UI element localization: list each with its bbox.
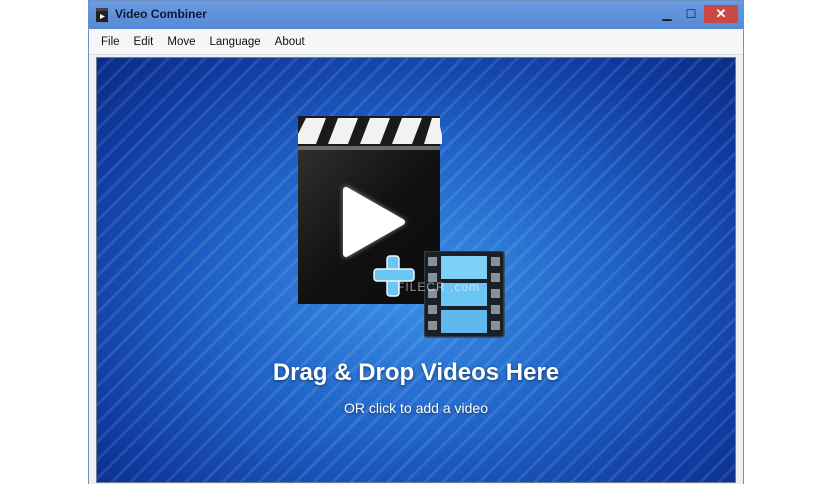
title-bar[interactable]: Video Combiner ▁ ☐ ✕ [89, 1, 743, 29]
menu-bar: File Edit Move Language About [89, 29, 743, 55]
film-strip-icon [424, 251, 505, 338]
watermark-text: FILECR .com [397, 280, 481, 294]
clapperboard-play-icon [298, 116, 442, 304]
window-title: Video Combiner [115, 7, 207, 21]
menu-move[interactable]: Move [167, 36, 195, 48]
menu-edit[interactable]: Edit [134, 36, 154, 48]
close-button[interactable]: ✕ [704, 5, 738, 23]
menu-about[interactable]: About [275, 36, 305, 48]
drop-zone-title: Drag & Drop Videos Here [272, 359, 560, 386]
app-window: Video Combiner ▁ ☐ ✕ File Edit Move Lang… [88, 0, 744, 484]
menu-file[interactable]: File [101, 36, 120, 48]
maximize-button[interactable]: ☐ [681, 5, 701, 23]
add-video-link[interactable]: OR click to add a video [97, 400, 735, 416]
menu-language[interactable]: Language [209, 36, 260, 48]
app-icon [96, 8, 108, 22]
minimize-button[interactable]: ▁ [657, 5, 677, 23]
video-drop-zone[interactable]: FILECR .com Drag & Drop Videos Here OR c… [96, 57, 736, 483]
